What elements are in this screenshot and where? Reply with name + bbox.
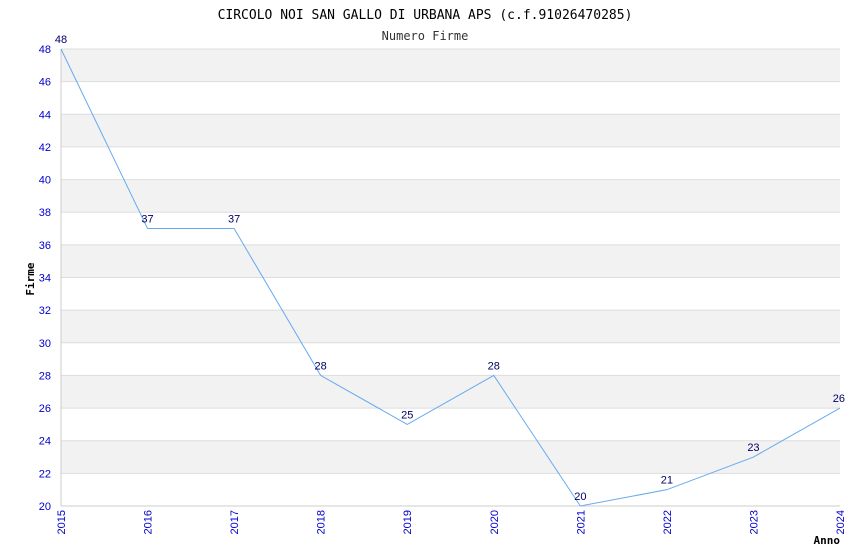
y-tick-label: 32 (39, 305, 51, 317)
data-label: 37 (141, 214, 153, 226)
x-axis-ticks: 2015 2016 2017 2018 2019 2020 2021 2022 2023 2024 (56, 510, 847, 534)
plot-band (61, 114, 840, 147)
line-chart: CIRCOLO NOI SAN GALLO DI URBANA APS (c.f… (24, 8, 847, 547)
data-label: 26 (833, 393, 845, 405)
data-label: 23 (747, 442, 759, 454)
y-tick-label: 38 (39, 207, 51, 219)
x-tick-label: 2016 (143, 510, 155, 534)
x-tick-label: 2021 (575, 510, 587, 534)
y-tick-label: 28 (39, 370, 51, 382)
y-tick-label: 30 (39, 338, 51, 350)
data-label: 20 (574, 491, 586, 503)
y-tick-label: 22 (39, 468, 51, 480)
chart-title: CIRCOLO NOI SAN GALLO DI URBANA APS (c.f… (218, 8, 633, 23)
plot-band (61, 375, 840, 409)
x-tick-label: 2015 (56, 510, 68, 534)
data-label: 28 (315, 360, 327, 372)
y-tick-label: 40 (39, 175, 51, 187)
data-label: 37 (228, 214, 240, 226)
plot-band (61, 408, 840, 441)
y-tick-label: 48 (39, 44, 51, 56)
plot-band (61, 244, 840, 278)
x-tick-label: 2020 (489, 510, 501, 534)
chart-subtitle: Numero Firme (382, 29, 469, 43)
y-tick-label: 34 (39, 273, 51, 285)
plot-band (61, 49, 840, 82)
data-label: 21 (661, 475, 673, 487)
x-tick-label: 2024 (835, 510, 847, 534)
plot-band (61, 277, 840, 311)
x-tick-label: 2018 (316, 510, 328, 534)
y-tick-label: 36 (39, 240, 51, 252)
data-label: 48 (55, 34, 67, 46)
y-tick-label: 20 (39, 501, 51, 513)
y-axis-ticks: 20 22 24 26 28 30 32 34 36 38 40 42 44 46 48 (39, 44, 51, 513)
x-tick-label: 2017 (229, 510, 241, 534)
plot-band (61, 310, 840, 343)
y-axis-label: Firme (24, 262, 37, 295)
data-label: 28 (488, 360, 500, 372)
plot-band (61, 81, 840, 115)
y-tick-label: 24 (39, 436, 51, 448)
x-tick-label: 2019 (402, 510, 414, 534)
plot-band (61, 473, 840, 506)
y-tick-label: 42 (39, 142, 51, 154)
x-tick-label: 2022 (662, 510, 674, 534)
data-label: 25 (401, 409, 413, 421)
y-tick-label: 46 (39, 77, 51, 89)
x-axis-label: Anno (814, 534, 841, 547)
plot-band (61, 146, 840, 180)
y-tick-label: 26 (39, 403, 51, 415)
plot-band (61, 179, 840, 213)
plot-band (61, 342, 840, 376)
y-tick-label: 44 (39, 109, 51, 121)
x-tick-label: 2023 (748, 510, 760, 534)
